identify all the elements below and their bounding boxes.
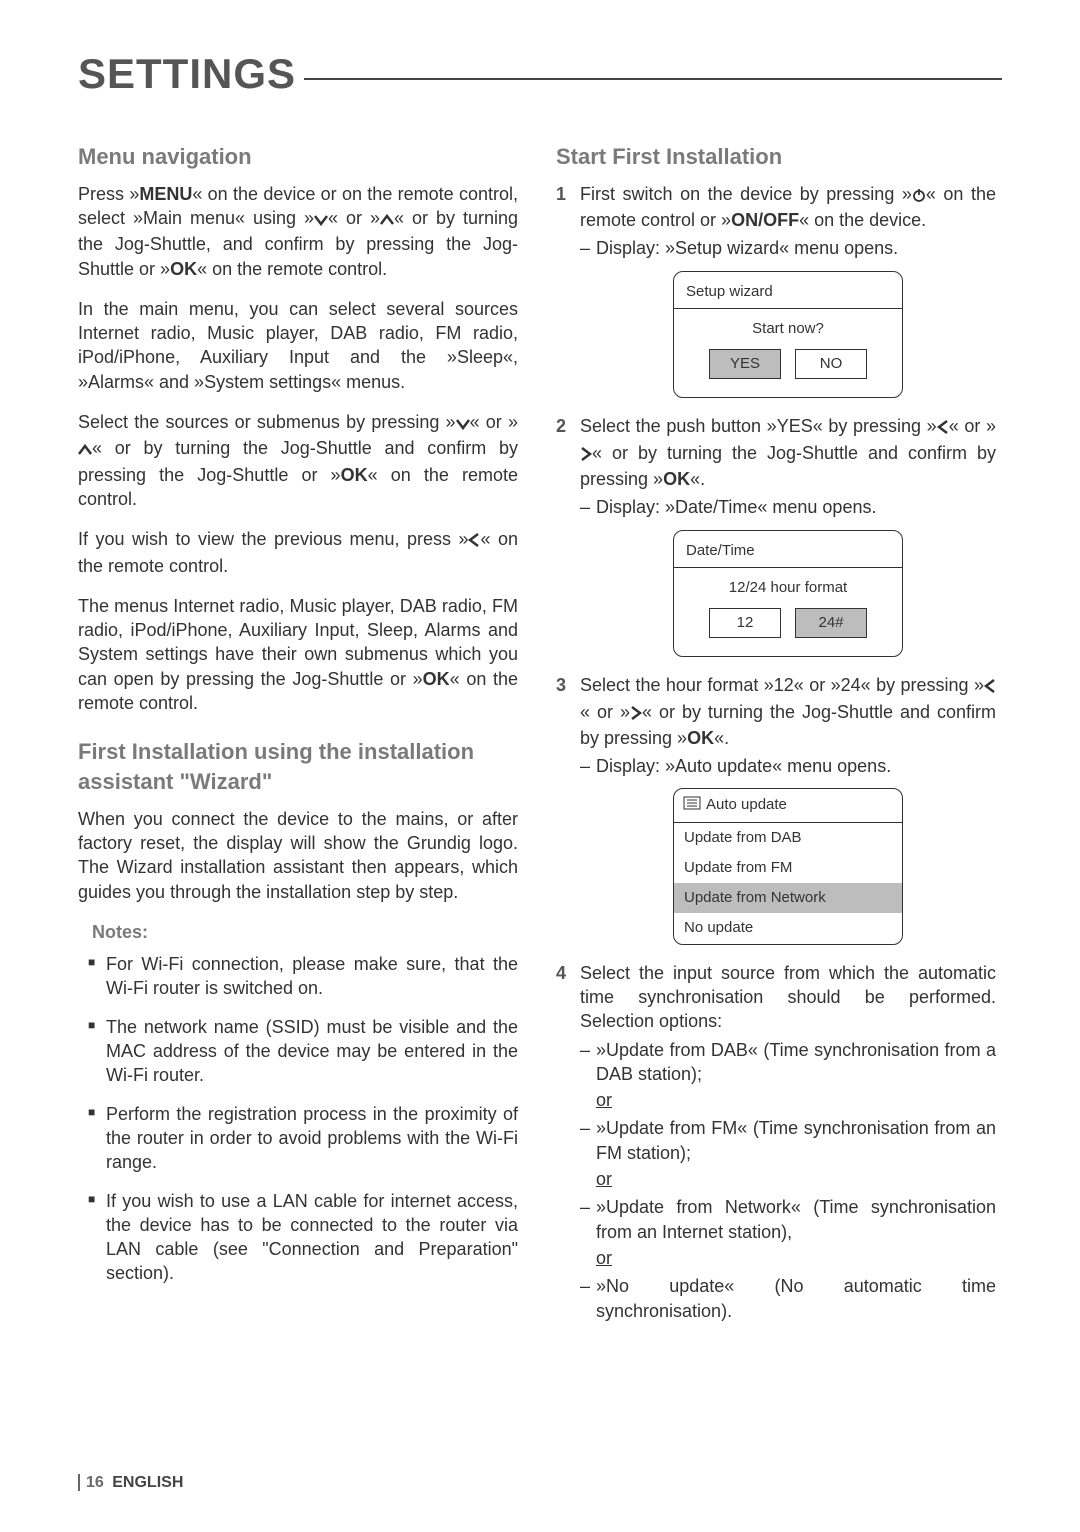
text: Select the sources or submenus by pressi… <box>78 412 456 432</box>
key-menu: MENU <box>139 184 192 204</box>
screen-prompt: 12/24 hour format <box>684 578 892 598</box>
note-item: The network name (SSID) must be visible … <box>106 1015 518 1088</box>
key-ok: OK <box>663 469 690 489</box>
text: « on the device. <box>799 210 926 230</box>
para: Select the sources or submenus by pressi… <box>78 410 518 511</box>
text: « or » <box>470 412 518 432</box>
text: «. <box>714 728 729 748</box>
button-yes[interactable]: YES <box>709 349 781 379</box>
screen-auto-update: Auto update Update from DAB Update from … <box>673 788 903 944</box>
button-no[interactable]: NO <box>795 349 867 379</box>
display-note: Display: »Auto update« menu opens. <box>596 754 891 778</box>
display-note: Display: »Setup wizard« menu opens. <box>596 236 898 260</box>
text: Select the input source from which the a… <box>580 963 996 1032</box>
right-icon <box>630 702 642 726</box>
button-12[interactable]: 12 <box>709 608 781 638</box>
text: « or » <box>580 702 630 722</box>
step-number: 2 <box>556 414 566 438</box>
list-row[interactable]: Update from FM <box>674 853 902 883</box>
screen-title: Auto update <box>674 789 902 821</box>
left-column: Menu navigation Press »MENU« on the devi… <box>78 142 518 1335</box>
list-row-selected[interactable]: Update from Network <box>674 883 902 913</box>
page-footer: 16 ENGLISH <box>78 1474 183 1492</box>
key-ok: OK <box>423 669 450 689</box>
list-icon <box>684 795 700 815</box>
text: First switch on the device by pressing » <box>580 184 912 204</box>
heading-wizard: First Installation using the installatio… <box>78 737 518 796</box>
note-item: For Wi-Fi connection, please make sure, … <box>106 952 518 1001</box>
text: « or » <box>328 208 380 228</box>
button-24[interactable]: 24# <box>795 608 867 638</box>
step-number: 1 <box>556 182 566 206</box>
key-ok: OK <box>170 259 197 279</box>
key-ok: OK <box>687 728 714 748</box>
list-row[interactable]: No update <box>674 913 902 943</box>
key-ok: OK <box>341 465 368 485</box>
text: « or by turning the Jog-Shuttle and conf… <box>580 443 996 489</box>
left-icon <box>937 416 949 440</box>
up-icon <box>380 208 394 232</box>
screen-prompt: Start now? <box>684 319 892 339</box>
option-text: »Update from DAB« (Time synchronisation … <box>596 1038 996 1087</box>
step-3: 3 Select the hour format »12« or »24« by… <box>556 673 996 944</box>
para: Press »MENU« on the device or on the rem… <box>78 182 518 281</box>
key-onoff: ON/OFF <box>731 210 799 230</box>
screen-title-text: Auto update <box>706 795 787 815</box>
option-text: »Update from FM« (Time synchronisation f… <box>596 1116 996 1165</box>
text: If you wish to view the previous menu, p… <box>78 529 468 549</box>
text: « or » <box>949 416 996 436</box>
step-4: 4 Select the input source from which the… <box>556 961 996 1323</box>
para: In the main menu, you can select several… <box>78 297 518 394</box>
display-note: Display: »Date/Time« menu opens. <box>596 495 876 519</box>
left-icon <box>984 675 996 699</box>
down-icon <box>314 208 328 232</box>
text: «. <box>690 469 705 489</box>
option-text: »Update from Network« (Time synchronisat… <box>596 1195 996 1244</box>
screen-title: Setup wizard <box>684 280 892 306</box>
title-rule <box>304 78 1002 80</box>
heading-menu-navigation: Menu navigation <box>78 142 518 172</box>
screen-date-time: Date/Time 12/24 hour format 12 24# <box>673 530 903 658</box>
footer-language: ENGLISH <box>112 1474 183 1491</box>
list-row[interactable]: Update from DAB <box>674 823 902 853</box>
text: « on the remote control. <box>197 259 387 279</box>
text: « or by turning the Jog-Shuttle and conf… <box>580 702 996 748</box>
note-item: If you wish to use a LAN cable for inter… <box>106 1189 518 1286</box>
right-icon <box>580 443 592 467</box>
para: The menus Internet radio, Music player, … <box>78 594 518 715</box>
text: Select the hour format »12« or »24« by p… <box>580 675 984 695</box>
text: Select the push button »YES« by pressing… <box>580 416 937 436</box>
screen-setup-wizard: Setup wizard Start now? YES NO <box>673 271 903 399</box>
option-text: »No update« (No automatic time synchroni… <box>596 1274 996 1323</box>
heading-start-first-installation: Start First Installation <box>556 142 996 172</box>
step-1: 1 First switch on the device by pressing… <box>556 182 996 399</box>
right-column: Start First Installation 1 First switch … <box>556 142 996 1335</box>
left-icon <box>468 529 480 553</box>
up-icon <box>78 438 92 462</box>
para: When you connect the device to the mains… <box>78 807 518 904</box>
step-number: 4 <box>556 961 566 985</box>
step-2: 2 Select the push button »YES« by pressi… <box>556 414 996 657</box>
or-separator: or <box>596 1167 996 1191</box>
page-number: 16 <box>78 1474 104 1491</box>
para: If you wish to view the previous menu, p… <box>78 527 518 578</box>
down-icon <box>456 412 470 436</box>
power-icon <box>912 184 926 208</box>
screen-title: Date/Time <box>684 539 892 565</box>
notes-heading: Notes: <box>92 920 518 944</box>
or-separator: or <box>596 1246 996 1270</box>
step-number: 3 <box>556 673 566 697</box>
or-separator: or <box>596 1088 996 1112</box>
notes-list: For Wi-Fi connection, please make sure, … <box>78 952 518 1286</box>
page-title: SETTINGS <box>78 50 296 98</box>
note-item: Perform the registration process in the … <box>106 1102 518 1175</box>
text: Press » <box>78 184 139 204</box>
